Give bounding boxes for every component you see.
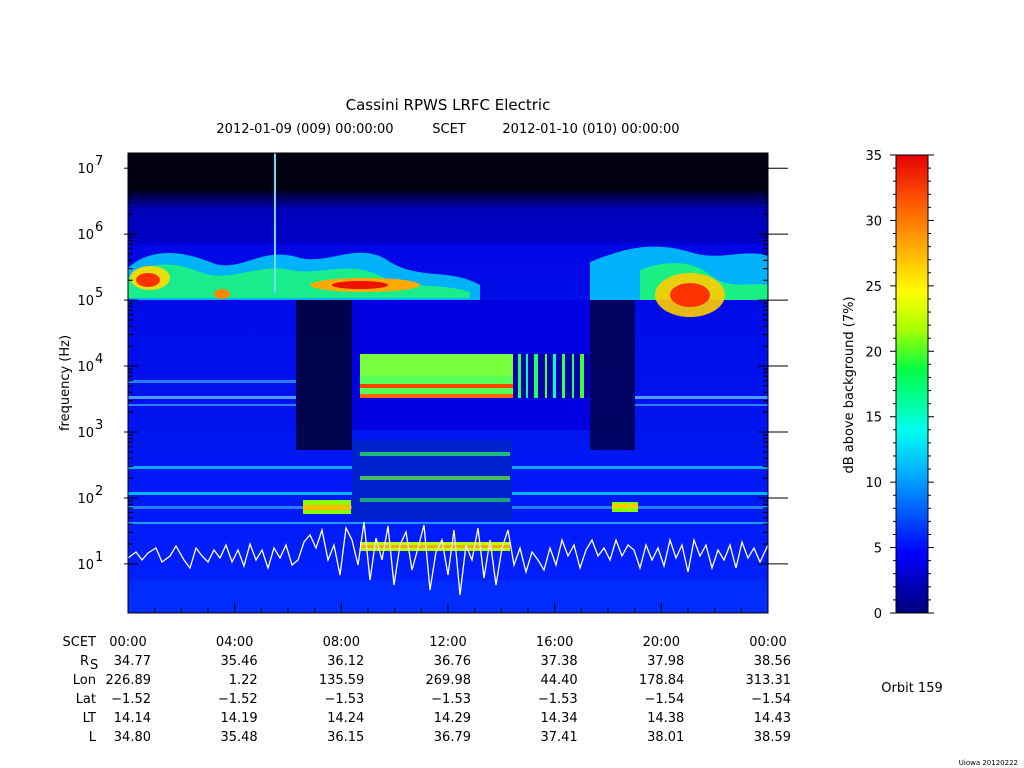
- skr-intense-2-core: [332, 281, 388, 289]
- colorbar-tick-label: 0: [874, 607, 882, 622]
- y-tick-exponent: 4: [95, 352, 103, 367]
- colorbar-tick-label: 10: [865, 476, 882, 491]
- green-block-top: [360, 354, 513, 376]
- ephemeris-cell: 36.12: [327, 654, 364, 669]
- ephemeris-cell: 14.29: [434, 711, 471, 726]
- ephemeris-cell: 38.01: [647, 730, 684, 745]
- y-tick-label: 10: [77, 492, 94, 507]
- ephemeris-cell: 20:00: [643, 635, 680, 650]
- green-block-redline-1: [360, 384, 513, 388]
- spectrogram-plot: [127, 152, 769, 614]
- high-freq-transition: [128, 190, 768, 245]
- ephemeris-cell: 226.89: [106, 673, 152, 688]
- ephemeris-cell: 14.38: [647, 711, 684, 726]
- striped-block: [513, 354, 590, 398]
- colorbar-label: dB above background (7%): [842, 296, 857, 473]
- ephemeris-row-subscript: S: [90, 658, 98, 673]
- time-frame-label: SCET: [432, 122, 466, 137]
- y-tick-label: 10: [77, 294, 94, 309]
- ephemeris-cell: 04:00: [216, 635, 253, 650]
- ephemeris-cell: 38.56: [754, 654, 791, 669]
- ephemeris-cell: 14.19: [220, 711, 257, 726]
- skr-intense-4: [214, 289, 230, 299]
- y-tick-exponent: 2: [95, 484, 103, 499]
- end-time: 2012-01-10 (010) 00:00:00: [502, 122, 679, 137]
- dark-gap-right: [590, 300, 635, 450]
- colorbar: 0 5 10 15 20 25 30 35 dB above background (7%): [842, 149, 934, 622]
- ephemeris-row-label: L: [89, 730, 97, 745]
- ephemeris-cell: 34.80: [114, 730, 151, 745]
- ephemeris-cell: 14.24: [327, 711, 364, 726]
- ephemeris-row-label: R: [80, 654, 89, 669]
- ephemeris-cell: 36.76: [434, 654, 471, 669]
- colorbar-gradient: [895, 154, 929, 614]
- ephemeris-cell: −1.52: [218, 692, 258, 707]
- ephemeris-cell: 37.38: [540, 654, 577, 669]
- dark-gap-left: [296, 300, 352, 450]
- y-tick-label: 10: [77, 426, 94, 441]
- y-tick-label: 10: [77, 558, 94, 573]
- ephemeris-table: SCET 00:00 04:00 08:00 12:00 16:00 20:00 00:00 R…: [63, 635, 791, 745]
- ephemeris-cell: 12:00: [429, 635, 466, 650]
- chart-title: Cassini RPWS LRFC Electric: [346, 96, 551, 114]
- skr-intense-3-core: [670, 283, 710, 307]
- ephemeris-row-label: SCET: [63, 635, 97, 650]
- ephemeris-cell: 135.59: [319, 673, 365, 688]
- y-tick-label: 10: [77, 228, 94, 243]
- ephemeris-cell: 35.48: [220, 730, 257, 745]
- ephemeris-cell: 1.22: [229, 673, 258, 688]
- ephemeris-cell: 44.40: [540, 673, 577, 688]
- y-tick-exponent: 6: [95, 220, 103, 235]
- ephemeris-row-label: Lon: [73, 673, 96, 688]
- ephemeris-cell: 37.98: [647, 654, 684, 669]
- footer-credit: Uiowa 20120222: [959, 759, 1018, 767]
- colorbar-tick-label: 5: [874, 542, 882, 557]
- ephemeris-cell: 38.59: [754, 730, 791, 745]
- colorbar-tick-label: 30: [865, 214, 882, 229]
- ephemeris-cell: 35.46: [220, 654, 257, 669]
- ephemeris-cell: 14.43: [754, 711, 791, 726]
- ephemeris-cell: 36.79: [434, 730, 471, 745]
- y-tick-label: 10: [77, 360, 94, 375]
- colorbar-tick-label: 20: [865, 345, 882, 360]
- y-tick-label: 10: [77, 162, 94, 177]
- y-tick-exponent: 7: [95, 154, 103, 169]
- ephemeris-cell: 14.14: [114, 711, 151, 726]
- colorbar-tick-label: 35: [865, 149, 882, 164]
- ephemeris-cell: 313.31: [746, 673, 792, 688]
- ephemeris-cell: 37.41: [540, 730, 577, 745]
- ephemeris-cell: 178.84: [639, 673, 685, 688]
- ephemeris-cell: 16:00: [536, 635, 573, 650]
- start-time: 2012-01-09 (009) 00:00:00: [216, 122, 393, 137]
- ephemeris-cell: −1.53: [538, 692, 578, 707]
- ephemeris-cell: −1.54: [644, 692, 684, 707]
- ephemeris-row-label: Lat: [76, 692, 96, 707]
- ephemeris-cell: 269.98: [426, 673, 472, 688]
- colorbar-tick-label: 25: [865, 280, 882, 295]
- ephemeris-cell: 34.77: [114, 654, 151, 669]
- ephemeris-cell: 14.34: [540, 711, 577, 726]
- y-axis-label: frequency (Hz): [58, 335, 73, 431]
- green-block-redline-2: [360, 394, 513, 398]
- skr-intense-1-core: [136, 273, 160, 287]
- ephemeris-row-label: LT: [83, 711, 96, 726]
- ephemeris-cell: −1.53: [431, 692, 471, 707]
- ephemeris-cell: 00:00: [109, 635, 146, 650]
- spectrogram-figure: Cassini RPWS LRFC Electric 2012-01-09 (0…: [58, 96, 1018, 767]
- ephemeris-cell: −1.52: [111, 692, 151, 707]
- ephemeris-cell: −1.53: [324, 692, 364, 707]
- y-tick-exponent: 5: [95, 286, 103, 301]
- vertical-spike: [274, 153, 276, 293]
- ephemeris-cell: −1.54: [751, 692, 791, 707]
- y-tick-exponent: 3: [95, 418, 103, 433]
- ephemeris-cell: 36.15: [327, 730, 364, 745]
- orbit-label: Orbit 159: [881, 681, 942, 696]
- y-tick-exponent: 1: [95, 550, 103, 565]
- colorbar-tick-label: 15: [865, 411, 882, 426]
- ephemeris-cell: 00:00: [749, 635, 786, 650]
- ephemeris-cell: 08:00: [323, 635, 360, 650]
